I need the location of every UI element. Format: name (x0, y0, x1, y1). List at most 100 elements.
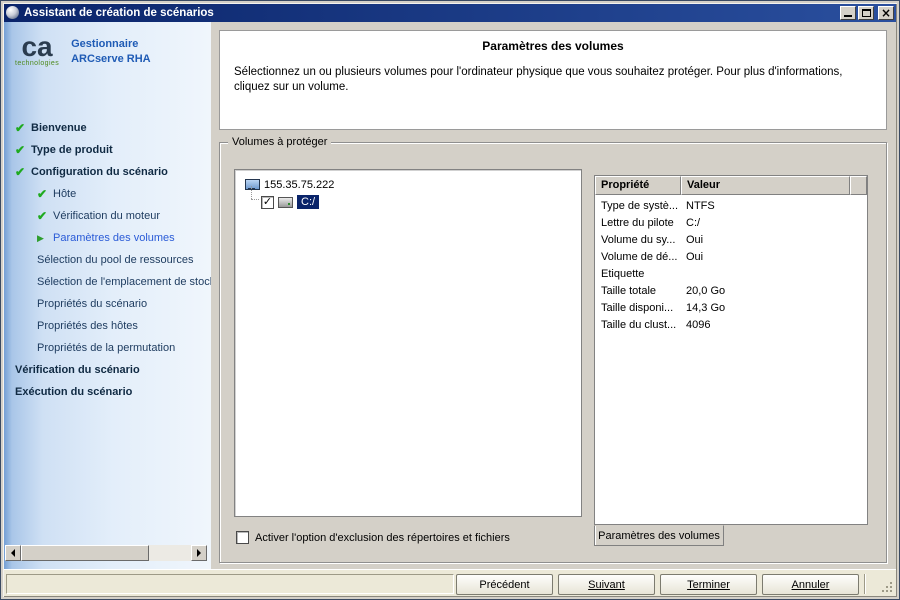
maximize-button[interactable] (858, 6, 874, 20)
wizard-step[interactable]: ✔Type de produit (3, 139, 211, 161)
cancel-button[interactable]: Annuler (762, 574, 859, 595)
finish-button[interactable]: Terminer (660, 574, 757, 595)
property-name: Taille totale (595, 285, 681, 297)
scrollbar-track[interactable] (21, 545, 191, 561)
arrow-left-icon (7, 549, 15, 557)
titlebar: Assistant de création de scénarios × (3, 3, 897, 22)
wizard-step[interactable]: ✔Configuration du scénario (3, 161, 211, 183)
wizard-step-label: Configuration du scénario (31, 166, 168, 178)
check-icon: ✔ (37, 209, 53, 223)
computer-icon (245, 179, 259, 191)
wizard-step[interactable]: Exécution du scénario (3, 381, 211, 403)
ca-logo-subtext: technologies (15, 60, 59, 67)
next-button[interactable]: Suivant (558, 574, 655, 595)
property-row[interactable]: Volume de dé...Oui (595, 248, 867, 265)
wizard-step-label: Vérification du scénario (15, 364, 140, 376)
wizard-step-label: Sélection de l'emplacement de stocka (37, 276, 211, 288)
scroll-left-button[interactable] (5, 545, 21, 561)
wizard-step-label: Exécution du scénario (15, 386, 132, 398)
current-step-arrow-icon: ▶ (37, 233, 53, 244)
footer-buttons: PrécédentSuivantTerminerAnnuler (456, 574, 859, 595)
property-value: NTFS (681, 200, 867, 212)
wizard-step[interactable]: ✔Vérification du moteur (3, 205, 211, 227)
property-row[interactable]: Type de systè...NTFS (595, 197, 867, 214)
property-name: Taille du clust... (595, 319, 681, 331)
tree-volume-label[interactable]: C:/ (297, 195, 319, 209)
close-button[interactable]: × (878, 6, 894, 20)
maximize-icon (862, 9, 871, 17)
scroll-right-button[interactable] (191, 545, 207, 561)
property-name: Volume du sy... (595, 234, 681, 246)
scrollbar-thumb[interactable] (21, 545, 149, 561)
check-icon: ✔ (15, 143, 31, 157)
close-icon: × (879, 7, 893, 19)
wizard-step-label: Bienvenue (31, 122, 87, 134)
property-row[interactable]: Volume du sy...Oui (595, 231, 867, 248)
property-row[interactable]: Taille du clust...4096 (595, 316, 867, 333)
exclusion-option[interactable]: Activer l'option d'exclusion des réperto… (236, 531, 510, 544)
properties-rows: Type de systè...NTFSLettre du piloteC:/V… (595, 195, 867, 524)
product-line2: ARCserve RHA (71, 52, 150, 67)
check-icon: ✔ (15, 121, 31, 135)
volume-properties-tab[interactable]: Paramètres des volumes (594, 525, 724, 546)
minimize-icon (844, 15, 852, 17)
wizard-step-label: Sélection du pool de ressources (37, 254, 194, 266)
product-line1: Gestionnaire (71, 37, 150, 52)
wizard-steps: ✔Bienvenue✔Type de produit✔Configuration… (3, 117, 211, 403)
checkmark-icon: ✓ (263, 196, 272, 209)
wizard-step[interactable]: Propriétés des hôtes (3, 315, 211, 337)
wizard-step-label: Hôte (53, 188, 76, 200)
previous-button[interactable]: Précédent (456, 574, 553, 595)
property-row[interactable]: Etiquette (595, 265, 867, 282)
tree-host-row[interactable]: 155.35.75.222 (235, 170, 581, 191)
minimize-button[interactable] (840, 6, 856, 20)
property-name: Etiquette (595, 268, 681, 280)
volumes-groupbox: Volumes à protéger 155.35.75.222 ✓ C:/ P… (219, 142, 887, 563)
property-row[interactable]: Lettre du piloteC:/ (595, 214, 867, 231)
disk-icon (278, 197, 293, 208)
property-row[interactable]: Taille totale20,0 Go (595, 282, 867, 299)
wizard-step[interactable]: ✔Hôte (3, 183, 211, 205)
exclusion-checkbox[interactable] (236, 531, 249, 544)
arrow-right-icon (197, 549, 205, 557)
step-header: Paramètres des volumes Sélectionnez un o… (219, 30, 887, 130)
volumes-group-label: Volumes à protéger (228, 136, 331, 148)
status-area (6, 574, 454, 594)
volume-checkbox[interactable]: ✓ (261, 196, 274, 209)
wizard-step[interactable]: ▶Paramètres des volumes (3, 227, 211, 249)
value-column-header[interactable]: Valeur (681, 176, 850, 195)
wizard-step[interactable]: Vérification du scénario (3, 359, 211, 381)
wizard-step[interactable]: Sélection du pool de ressources (3, 249, 211, 271)
volumes-tree[interactable]: 155.35.75.222 ✓ C:/ (234, 169, 582, 517)
wizard-step-label: Paramètres des volumes (53, 232, 175, 244)
ca-logo: ca technologies (15, 34, 59, 67)
property-column-header[interactable]: Propriété (595, 176, 681, 195)
tree-volume-row[interactable]: ✓ C:/ (235, 191, 581, 209)
property-value: Oui (681, 234, 867, 246)
wizard-step-label: Type de produit (31, 144, 113, 156)
wizard-window: Assistant de création de scénarios × ca … (0, 0, 900, 600)
property-row[interactable]: Taille disponi...14,3 Go (595, 299, 867, 316)
property-name: Type de systè... (595, 200, 681, 212)
tree-host-label: 155.35.75.222 (264, 179, 334, 191)
wizard-step[interactable]: ✔Bienvenue (3, 117, 211, 139)
ca-logo-text: ca (21, 34, 52, 60)
property-value: Oui (681, 251, 867, 263)
resize-grip[interactable] (880, 580, 893, 593)
footer-separator (864, 574, 866, 594)
brand-area: ca technologies Gestionnaire ARCserve RH… (15, 34, 151, 67)
product-name: Gestionnaire ARCserve RHA (71, 34, 150, 67)
wizard-step[interactable]: Propriétés de la permutation (3, 337, 211, 359)
wizard-step[interactable]: Sélection de l'emplacement de stocka (3, 271, 211, 293)
footer-bar: PrécédentSuivantTerminerAnnuler (3, 569, 897, 597)
wizard-step-label: Propriétés de la permutation (37, 342, 175, 354)
sidebar: ca technologies Gestionnaire ARCserve RH… (3, 22, 211, 569)
wizard-step-label: Propriétés des hôtes (37, 320, 138, 332)
check-icon: ✔ (15, 165, 31, 179)
sidebar-horizontal-scrollbar[interactable] (5, 545, 207, 561)
property-value: C:/ (681, 217, 867, 229)
wizard-step[interactable]: Propriétés du scénario (3, 293, 211, 315)
properties-header: Propriété Valeur (595, 176, 867, 195)
app-icon (6, 6, 19, 19)
step-title: Paramètres des volumes (234, 39, 872, 53)
